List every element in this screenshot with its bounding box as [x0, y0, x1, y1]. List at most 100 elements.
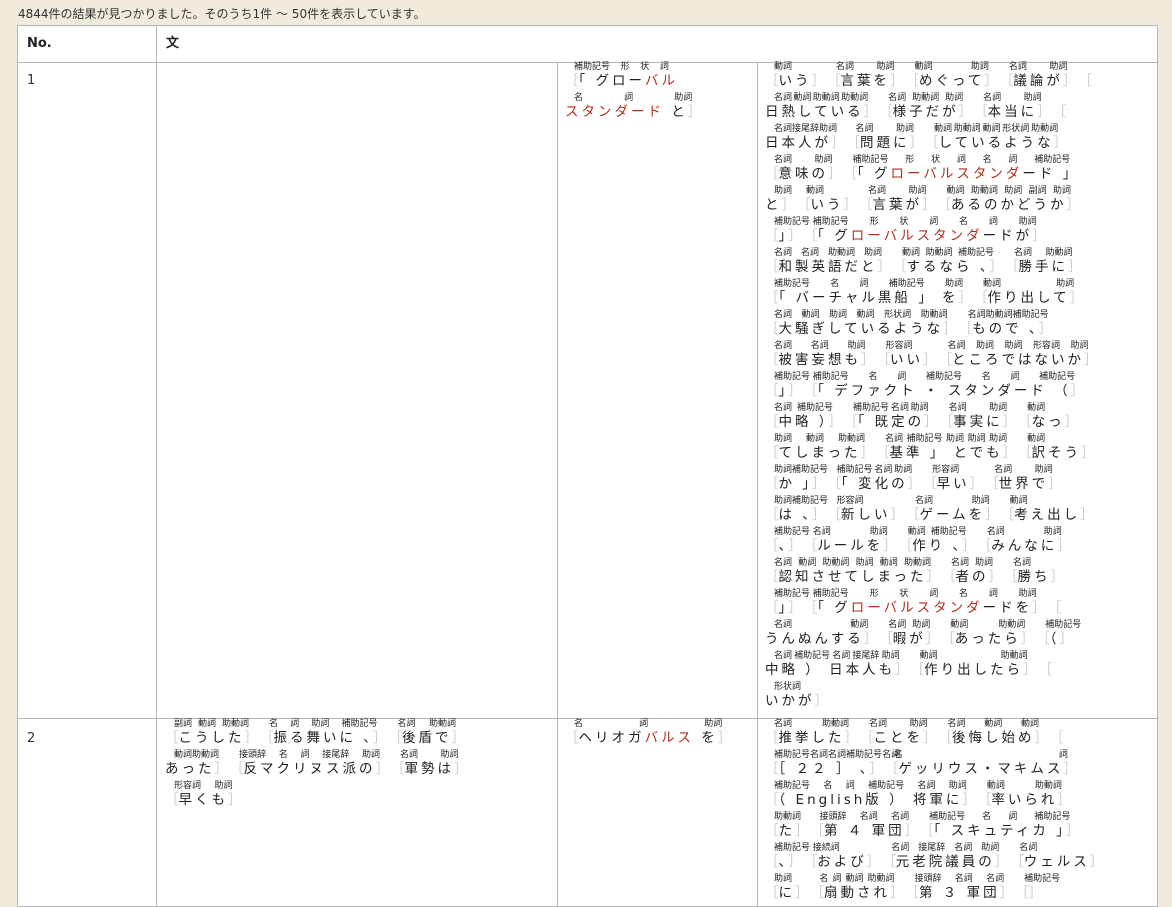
- close-bracket: ］: [1032, 228, 1046, 244]
- pos-tag: 助詞: [1034, 465, 1053, 475]
- chunk-part: 「 グ: [817, 600, 851, 616]
- chunk-part: めぐって: [919, 73, 985, 89]
- close-bracket: ］: [988, 569, 1002, 585]
- pos-tag: 動詞: [801, 310, 820, 320]
- chunk-text: ［者の］: [942, 568, 1002, 586]
- chunk-part: 問題に: [860, 135, 910, 151]
- token-chunk: 動詞 助動詞 補助記号 ［するなら 、］: [893, 248, 1003, 279]
- open-bracket: ［: [1036, 631, 1050, 647]
- chunk-text: ［新しい］: [828, 506, 905, 524]
- close-bracket: ］: [811, 73, 826, 89]
- chunk-part: ことを: [873, 730, 923, 746]
- pos-tag: 補助記号: [1012, 310, 1049, 320]
- pos-tag: 形容詞: [836, 496, 864, 506]
- chunk-part: 後盾で: [402, 730, 452, 746]
- pos-tag-label: 助詞 補助記号: [774, 465, 828, 475]
- close-bracket: ］: [214, 761, 229, 777]
- pos-tag: 名詞: [774, 620, 793, 630]
- pos-tag: 詞: [300, 750, 310, 760]
- close-bracket: ］: [866, 854, 881, 870]
- pos-tag: 形容詞: [174, 781, 202, 791]
- open-bracket: ［: [260, 730, 274, 746]
- chunk-text: ［「 変化の］: [828, 475, 922, 493]
- close-bracket: ］: [909, 135, 924, 151]
- pos-tag: 名: [893, 750, 903, 760]
- chunk-text: ［: [1039, 661, 1053, 679]
- pos-tag-label: 動詞 助動詞 動詞 形状詞 助動詞: [934, 124, 1058, 134]
- open-bracket: ［: [999, 73, 1014, 89]
- close-bracket: ］: [788, 538, 802, 554]
- chunk-part: 、: [778, 854, 789, 870]
- pos-tag-label: 補助記号 形 状 詞 名 詞 助詞: [813, 217, 1037, 227]
- token-chunk: 補助記号 ［］: [1015, 874, 1060, 905]
- chunk-text: ［早くも］: [165, 791, 242, 809]
- open-bracket: ［: [860, 730, 874, 746]
- keyword-cell: 補助記号形状詞 ［「 グローバル名詞助詞 スタンダード と］: [565, 62, 755, 124]
- text-line: 名詞 動詞 助詞 動詞 形状詞 助動詞 ［大騒ぎしているような］ 名詞 助動詞 補助記号 ［もので …: [765, 310, 1155, 341]
- pos-tag: 助詞: [909, 719, 928, 729]
- chunk-text: と］: [765, 196, 795, 214]
- pos-tag-label: 接頭辞 名詞 名詞: [820, 812, 910, 822]
- open-bracket: ［: [876, 352, 891, 368]
- token-chunk: 形状詞 いかが］: [765, 682, 828, 713]
- chunk-part: と: [664, 104, 688, 120]
- token-chunk: 名詞 助詞 ［言葉を］: [827, 62, 904, 93]
- pos-tag-label: 名詞助詞: [951, 558, 993, 568]
- close-bracket: ］: [451, 730, 466, 746]
- chunk-text: ［後盾で］: [389, 729, 466, 747]
- pos-tag: 助詞: [214, 781, 233, 791]
- token-chunk: 補助記号 ［、］: [765, 843, 810, 874]
- chunk-text: ［ことを］: [860, 729, 937, 747]
- token-chunk: 補助記号形状詞名詞助詞 ［「 グローバルスタンダードが］: [804, 217, 1046, 248]
- text-line: 補助記号 ［、］ 名詞 助詞 ［ルールを］ 動詞 補助記号 ［作り 、］ 名詞 助詞 ［みんなに］: [765, 527, 1155, 558]
- pos-tag-label: 動詞 助詞: [983, 279, 1074, 289]
- pos-tag-label: 名詞助詞: [994, 465, 1053, 475]
- chunk-text: ［いい］: [877, 351, 937, 369]
- pos-tag: 名詞: [917, 781, 936, 791]
- chunk-part: 事実に: [953, 414, 1003, 430]
- open-bracket: ［: [765, 259, 779, 275]
- pos-tag: 副詞: [1028, 186, 1047, 196]
- pos-tag-label: 名詞 名詞 助詞: [774, 341, 866, 351]
- open-bracket: ［: [765, 445, 779, 461]
- pos-tag: 動詞: [774, 62, 793, 72]
- chunk-text: ［: [1050, 729, 1064, 747]
- pos-tag: 動詞: [805, 434, 824, 444]
- chunk-part: 勝ち: [1017, 569, 1051, 585]
- chunk-part: 訳そう: [1031, 445, 1082, 461]
- pos-tag-label: 名詞助詞: [836, 62, 895, 72]
- chunk-part: と: [765, 197, 782, 213]
- pos-tag: 助詞: [774, 465, 793, 475]
- pos-tag-label: 名詞助詞: [983, 93, 1042, 103]
- pos-tag: 名: [823, 781, 833, 791]
- pos-tag-label: 名詞助詞: [813, 527, 888, 537]
- token-chunk: 補助記号形状詞 ［「 グローバル: [565, 62, 678, 93]
- chunk-part: いかが: [765, 693, 815, 709]
- token-chunk: 名詞 動詞 助詞 動詞 形状詞 助動詞 ［大騒ぎしているような］: [765, 310, 957, 341]
- open-bracket: ［: [765, 823, 779, 839]
- pos-tag: 助詞: [948, 781, 967, 791]
- token-chunk: 動詞 助動詞 ［率いられ］: [978, 781, 1071, 812]
- close-bracket: ］: [989, 259, 1004, 275]
- pos-tag: 助動詞: [1045, 248, 1073, 258]
- pos-tag: 名詞: [967, 310, 986, 320]
- pos-tag: 補助記号: [929, 812, 966, 822]
- pos-tag-label: 名詞 動詞: [774, 620, 868, 630]
- token-chunk: 動詞 助詞 ［作り出して］: [974, 279, 1083, 310]
- pos-tag-label: 名詞助詞: [400, 750, 459, 760]
- pos-tag: 動詞: [1027, 403, 1046, 413]
- keyword-highlight: ローバルスタンダ: [850, 600, 983, 616]
- open-bracket: ［: [765, 885, 779, 901]
- close-bracket: ］: [1002, 445, 1017, 461]
- pos-tag: 名詞: [1019, 843, 1038, 853]
- chunk-text: 日熱している］: [765, 103, 877, 121]
- close-bracket: ］: [373, 730, 387, 746]
- close-bracket: ］: [924, 414, 938, 430]
- pos-tag: 形容詞: [1032, 341, 1060, 351]
- pos-tag: 助詞: [912, 620, 931, 630]
- chunk-text: ［率いられ］: [978, 791, 1071, 809]
- pos-tag: 動詞: [1020, 719, 1039, 729]
- close-bracket: ］: [1070, 383, 1085, 399]
- close-bracket: ］: [828, 166, 842, 182]
- pos-tag: 助詞: [814, 155, 833, 165]
